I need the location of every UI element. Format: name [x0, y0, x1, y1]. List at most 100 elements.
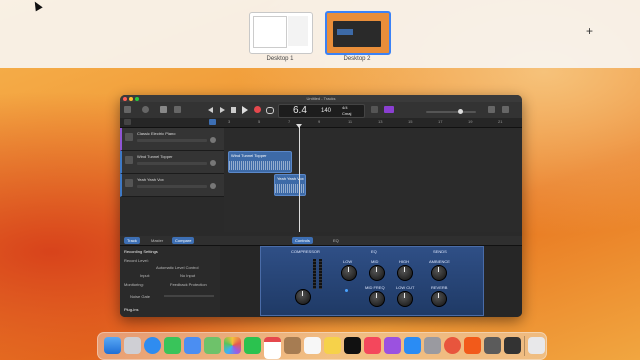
count-in-icon[interactable]: [384, 106, 394, 113]
brave-icon[interactable]: [464, 337, 481, 354]
ruler[interactable]: 3 5 7 9 11 13 15 17 19 21: [224, 118, 522, 127]
smart-tempo-button[interactable]: [209, 119, 216, 125]
record-icon[interactable]: [254, 106, 261, 113]
desktop-2-thumbnail[interactable]: [325, 11, 391, 55]
safari-icon[interactable]: [144, 337, 161, 354]
track-volume-slider[interactable]: [137, 162, 207, 165]
track-volume-slider[interactable]: [137, 185, 207, 188]
pan-knob[interactable]: [210, 160, 216, 166]
waveform: [275, 184, 305, 193]
track-volume-slider[interactable]: [137, 139, 207, 142]
input-select[interactable]: No Input: [180, 273, 195, 278]
photos-icon[interactable]: [224, 337, 241, 354]
tab-controls[interactable]: Controls: [292, 237, 313, 244]
sends-knob-label: REVERB: [431, 285, 448, 290]
ruler-bar-21: 21: [498, 119, 503, 124]
track-header-wind-tunnel[interactable]: Wind Tunnel Topper: [120, 151, 226, 174]
region-yeah-yeah-vox[interactable]: Yeah Yeah Vox: [274, 174, 306, 196]
ruler-bar-13: 13: [378, 119, 383, 124]
podcasts-icon[interactable]: [384, 337, 401, 354]
playhead[interactable]: [296, 124, 302, 232]
music-icon[interactable]: [364, 337, 381, 354]
system-settings-icon[interactable]: [424, 337, 441, 354]
help-icon[interactable]: [142, 106, 149, 113]
app-icon[interactable]: [504, 337, 521, 354]
notes-icon[interactable]: [324, 337, 341, 354]
trash-icon[interactable]: [528, 337, 545, 354]
eq-mid-knob[interactable]: [369, 265, 385, 281]
tab-compare[interactable]: Compare: [172, 237, 195, 244]
compressor-knob[interactable]: [295, 289, 311, 305]
garageband-icon[interactable]: [484, 337, 501, 354]
notepad-icon[interactable]: [488, 106, 495, 113]
app-store-icon[interactable]: [404, 337, 421, 354]
eq-knob-label: HIGH: [399, 259, 409, 264]
automatic-level-checkbox[interactable]: Automatic Level Control: [156, 265, 198, 270]
apple-tv-icon[interactable]: [344, 337, 361, 354]
reminders-icon[interactable]: [304, 337, 321, 354]
smart-controls-icon[interactable]: [160, 106, 167, 113]
library-icon[interactable]: [124, 106, 131, 113]
audio-track-icon: [125, 156, 133, 164]
fast-forward-icon[interactable]: [220, 107, 225, 113]
reverb-knob[interactable]: [431, 291, 447, 307]
eq-low-cut-knob[interactable]: [397, 291, 413, 307]
lcd-display[interactable]: 6.4 140 4/4 Cmaj: [278, 104, 365, 118]
cycle-icon[interactable]: [266, 107, 274, 114]
tab-track[interactable]: Track: [124, 237, 140, 244]
add-track-button[interactable]: [124, 119, 131, 125]
mail-icon[interactable]: [184, 337, 201, 354]
tracks-area[interactable]: Wind Tunnel Topper Yeah Yeah Vox: [224, 128, 522, 232]
input-label: Input:: [140, 273, 151, 278]
tracks-header: 3 5 7 9 11 13 15 17 19 21: [120, 118, 522, 128]
launchpad-icon[interactable]: [124, 337, 141, 354]
volume-knob[interactable]: [458, 109, 463, 114]
go-to-start-icon[interactable]: [231, 107, 236, 113]
ruler-bar-11: 11: [348, 119, 353, 124]
eq-label: EQ: [371, 249, 377, 254]
ruler-bar-9: 9: [318, 119, 321, 124]
finder-icon[interactable]: [104, 337, 121, 354]
messages-icon[interactable]: [164, 337, 181, 354]
pan-knob[interactable]: [210, 137, 216, 143]
ruler-bar-3: 3: [228, 119, 231, 124]
rewind-icon[interactable]: [208, 107, 213, 113]
firefox-icon[interactable]: [444, 337, 461, 354]
loop-browser-icon[interactable]: [502, 106, 509, 113]
title-bar: Untitled - Tracks: [120, 95, 522, 102]
tab-eq[interactable]: EQ: [330, 237, 342, 244]
noise-gate-checkbox[interactable]: Noise Gate: [130, 294, 150, 299]
play-icon[interactable]: [242, 106, 248, 114]
eq-knob-label: LOW CUT: [396, 285, 415, 290]
recording-settings-heading[interactable]: Recording Settings: [124, 249, 158, 254]
feedback-protection-checkbox[interactable]: Feedback Protection: [170, 282, 207, 287]
eq-knob-label: MID FREQ: [365, 285, 385, 290]
plugins-heading[interactable]: Plug-ins: [124, 307, 138, 312]
track-header-vox[interactable]: Yeah Yeah Vox: [120, 174, 226, 197]
contacts-icon[interactable]: [284, 337, 301, 354]
track-header-piano[interactable]: Classic Electric Piano: [120, 128, 226, 151]
maps-icon[interactable]: [204, 337, 221, 354]
level-meter: [313, 259, 316, 289]
eq-high-knob[interactable]: [397, 265, 413, 281]
pan-knob[interactable]: [210, 183, 216, 189]
ambience-knob[interactable]: [431, 265, 447, 281]
eq-mid-freq-knob[interactable]: [369, 291, 385, 307]
record-level-label: Record Level:: [124, 258, 149, 263]
noise-gate-slider[interactable]: [164, 295, 214, 297]
facetime-icon[interactable]: [244, 337, 261, 354]
desktop-2-label: Desktop 2: [343, 56, 371, 62]
desktop-1-thumbnail[interactable]: [249, 12, 313, 54]
eq-low-knob[interactable]: [341, 265, 357, 281]
add-desktop-button[interactable]: +: [586, 24, 593, 38]
sends-knob-label: AMBIENCE: [429, 259, 450, 264]
window-title: Untitled - Tracks: [306, 96, 336, 101]
calendar-icon[interactable]: [264, 337, 281, 359]
master-volume-slider[interactable]: [426, 109, 476, 114]
spaces-bar: Desktop 1 Desktop 2 +: [0, 0, 640, 68]
region-wind-tunnel-topper[interactable]: Wind Tunnel Topper: [228, 151, 292, 173]
ruler-bar-15: 15: [408, 119, 413, 124]
tab-master[interactable]: Master: [148, 237, 166, 244]
editors-icon[interactable]: [174, 106, 181, 113]
tuner-icon[interactable]: [371, 106, 378, 113]
